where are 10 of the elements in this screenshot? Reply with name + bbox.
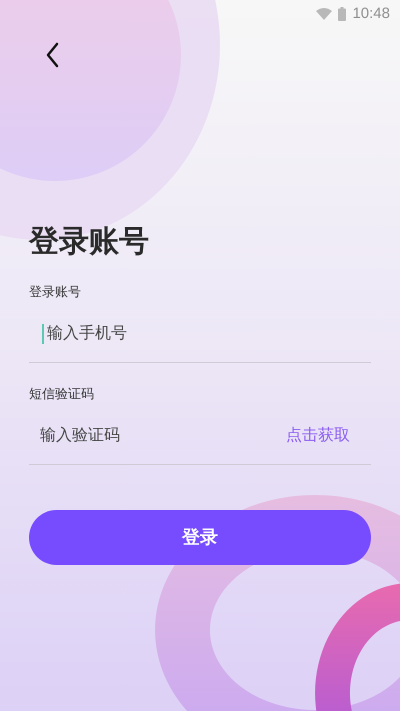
field-label: 短信验证码 (29, 385, 95, 403)
back-icon[interactable] (46, 42, 60, 68)
wifi-icon (316, 8, 332, 20)
input-field[interactable]: 输入验证码 (29, 407, 286, 464)
status-time: 10:48 (352, 4, 390, 24)
page-title: 登录账号 (29, 224, 150, 260)
input-field[interactable]: 输入手机号 (29, 305, 371, 362)
battery-icon (338, 7, 346, 21)
field-label: 登录账号 (29, 283, 82, 301)
login-button[interactable]: 登录 (29, 510, 371, 565)
